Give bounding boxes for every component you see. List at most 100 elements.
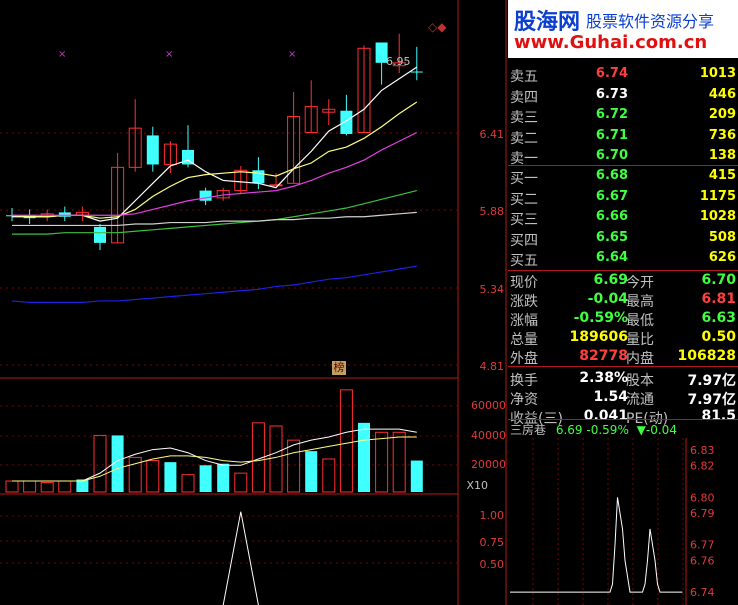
candle-body xyxy=(199,190,212,201)
order-level-label: 买一 xyxy=(510,171,538,187)
stat-row: 外盘 82778 内盘 106828 xyxy=(508,348,738,368)
order-price: 6.64 xyxy=(595,250,628,265)
cross-marker-icon: × xyxy=(165,49,173,60)
order-price: 6.68 xyxy=(595,168,628,183)
stat-label: 总量 xyxy=(510,332,538,348)
stat-value: -0.04 xyxy=(587,291,628,307)
order-level-label: 卖四 xyxy=(510,89,538,106)
stat-row: 换手 2.38% 股本 7.97亿 xyxy=(508,370,738,390)
down-arrow-icon: ▼ xyxy=(636,423,646,437)
order-volume: 209 xyxy=(708,107,736,122)
intraday-tick-chart[interactable]: 6.83 6.82 6.80 6.79 6.77 6.76 6.74 xyxy=(508,438,738,605)
order-book-row[interactable]: 卖五 6.74 1013 xyxy=(508,66,738,86)
kline-chart-area[interactable]: × × × xyxy=(0,0,508,605)
volume-bar xyxy=(339,389,353,493)
volume-bar xyxy=(392,431,406,493)
order-book-divider xyxy=(508,270,738,271)
indicator-tick: 0.50 xyxy=(479,558,505,571)
order-level-label: 卖三 xyxy=(510,110,538,126)
stat-value: 1.54 xyxy=(593,389,628,405)
order-price: 6.70 xyxy=(595,148,628,163)
stat-value: -0.59% xyxy=(573,310,628,326)
rank-flag-icon[interactable]: 榜 xyxy=(332,361,346,375)
stat-value: 6.70 xyxy=(701,272,736,288)
order-volume: 415 xyxy=(708,168,736,183)
stats-divider xyxy=(508,366,738,367)
stat-label: 外盘 xyxy=(510,351,538,367)
volume-bar xyxy=(93,434,107,493)
stat-value: 106828 xyxy=(677,348,736,364)
volume-bar xyxy=(358,422,370,492)
moving-average-line xyxy=(12,66,418,222)
stat-value: 189606 xyxy=(569,329,628,345)
watermark-banner: 股海网 股票软件资源分享 www.Guhai.com.cn xyxy=(508,0,738,58)
order-book-row[interactable]: 买四 6.65 508 xyxy=(508,230,738,250)
volume-unit-label: X10 xyxy=(466,479,488,492)
order-book-row[interactable]: 卖二 6.71 736 xyxy=(508,128,738,148)
tick-price-axis-label: 6.74 xyxy=(690,586,715,599)
order-volume: 508 xyxy=(708,229,736,245)
volume-tick: 20000 xyxy=(471,458,506,471)
order-price: 6.71 xyxy=(595,127,628,143)
indicator-tick: 0.75 xyxy=(479,536,505,549)
volume-tick: 40000 xyxy=(471,429,506,442)
volume-bar xyxy=(305,451,318,492)
volume-bar xyxy=(287,439,301,493)
stat-label: 股本 xyxy=(626,373,654,389)
volume-bar xyxy=(410,460,423,492)
stat-label: 量比 xyxy=(626,332,654,348)
cross-marker-icon: × xyxy=(288,49,296,60)
stat-value: 6.69 xyxy=(593,272,628,288)
diamond-marker-icon[interactable]: ◇◆ xyxy=(428,20,446,34)
order-price: 6.67 xyxy=(595,188,628,204)
stat-label: 内盘 xyxy=(626,351,654,367)
price-tick: 4.81 xyxy=(479,360,505,373)
order-price: 6.74 xyxy=(595,66,628,81)
moving-average-line xyxy=(11,265,417,303)
volume-bar xyxy=(181,474,195,493)
volume-bar xyxy=(375,431,389,493)
tick-price-axis-label: 6.80 xyxy=(690,491,715,504)
order-level-label: 买五 xyxy=(510,253,538,269)
stat-value: 0.50 xyxy=(701,329,736,345)
tick-price-axis-label: 6.79 xyxy=(690,507,715,520)
tick-chart-header: 三房巷 6.69 -0.59% ▼-0.04 xyxy=(510,421,677,438)
tick-price-line xyxy=(510,497,683,593)
stats-divider xyxy=(508,419,738,420)
order-volume: 736 xyxy=(708,127,736,143)
order-level-label: 卖二 xyxy=(510,130,538,147)
order-book-row[interactable]: 买五 6.64 626 xyxy=(508,250,738,270)
order-book-row[interactable]: 买三 6.66 1028 xyxy=(508,209,738,229)
order-level-label: 买二 xyxy=(510,191,538,208)
order-volume: 1013 xyxy=(699,66,736,81)
stat-label: 换手 xyxy=(510,373,538,389)
volume-bar xyxy=(5,480,19,493)
max-price-label: 6.95 xyxy=(386,55,411,68)
watermark-subtitle: 股票软件资源分享 xyxy=(586,12,715,31)
indicator-line xyxy=(222,511,260,605)
indicator-tick: 1.00 xyxy=(479,509,505,522)
stat-value: 82778 xyxy=(579,348,628,364)
order-volume: 626 xyxy=(708,250,736,265)
tick-price: 6.69 xyxy=(555,423,583,437)
watermark-url: www.Guhai.com.cn xyxy=(514,32,708,53)
volume-ma-line xyxy=(12,436,417,482)
candle-body xyxy=(94,226,106,243)
tick-price-axis-label: 6.77 xyxy=(690,539,715,552)
stat-value: 7.97亿 xyxy=(687,392,736,408)
stat-label: 涨跌 xyxy=(510,294,538,310)
order-book-row[interactable]: 卖四 6.73 446 xyxy=(508,87,738,107)
stat-label: 现价 xyxy=(510,275,538,291)
order-book-row[interactable]: 卖三 6.72 209 xyxy=(508,107,738,127)
volume-bar xyxy=(199,465,212,492)
stat-value: 2.38% xyxy=(579,370,628,386)
order-book-row[interactable]: 买一 6.68 415 xyxy=(508,168,738,188)
order-level-label: 买三 xyxy=(510,212,538,228)
volume-bar xyxy=(234,472,248,493)
order-book-row[interactable]: 买二 6.67 1175 xyxy=(508,189,738,209)
stat-label: 最低 xyxy=(626,313,654,329)
volume-bar xyxy=(40,482,54,493)
order-book-divider xyxy=(508,165,738,166)
order-volume: 138 xyxy=(708,148,736,163)
stat-row: 净资 1.54 流通 7.97亿 xyxy=(508,389,738,409)
